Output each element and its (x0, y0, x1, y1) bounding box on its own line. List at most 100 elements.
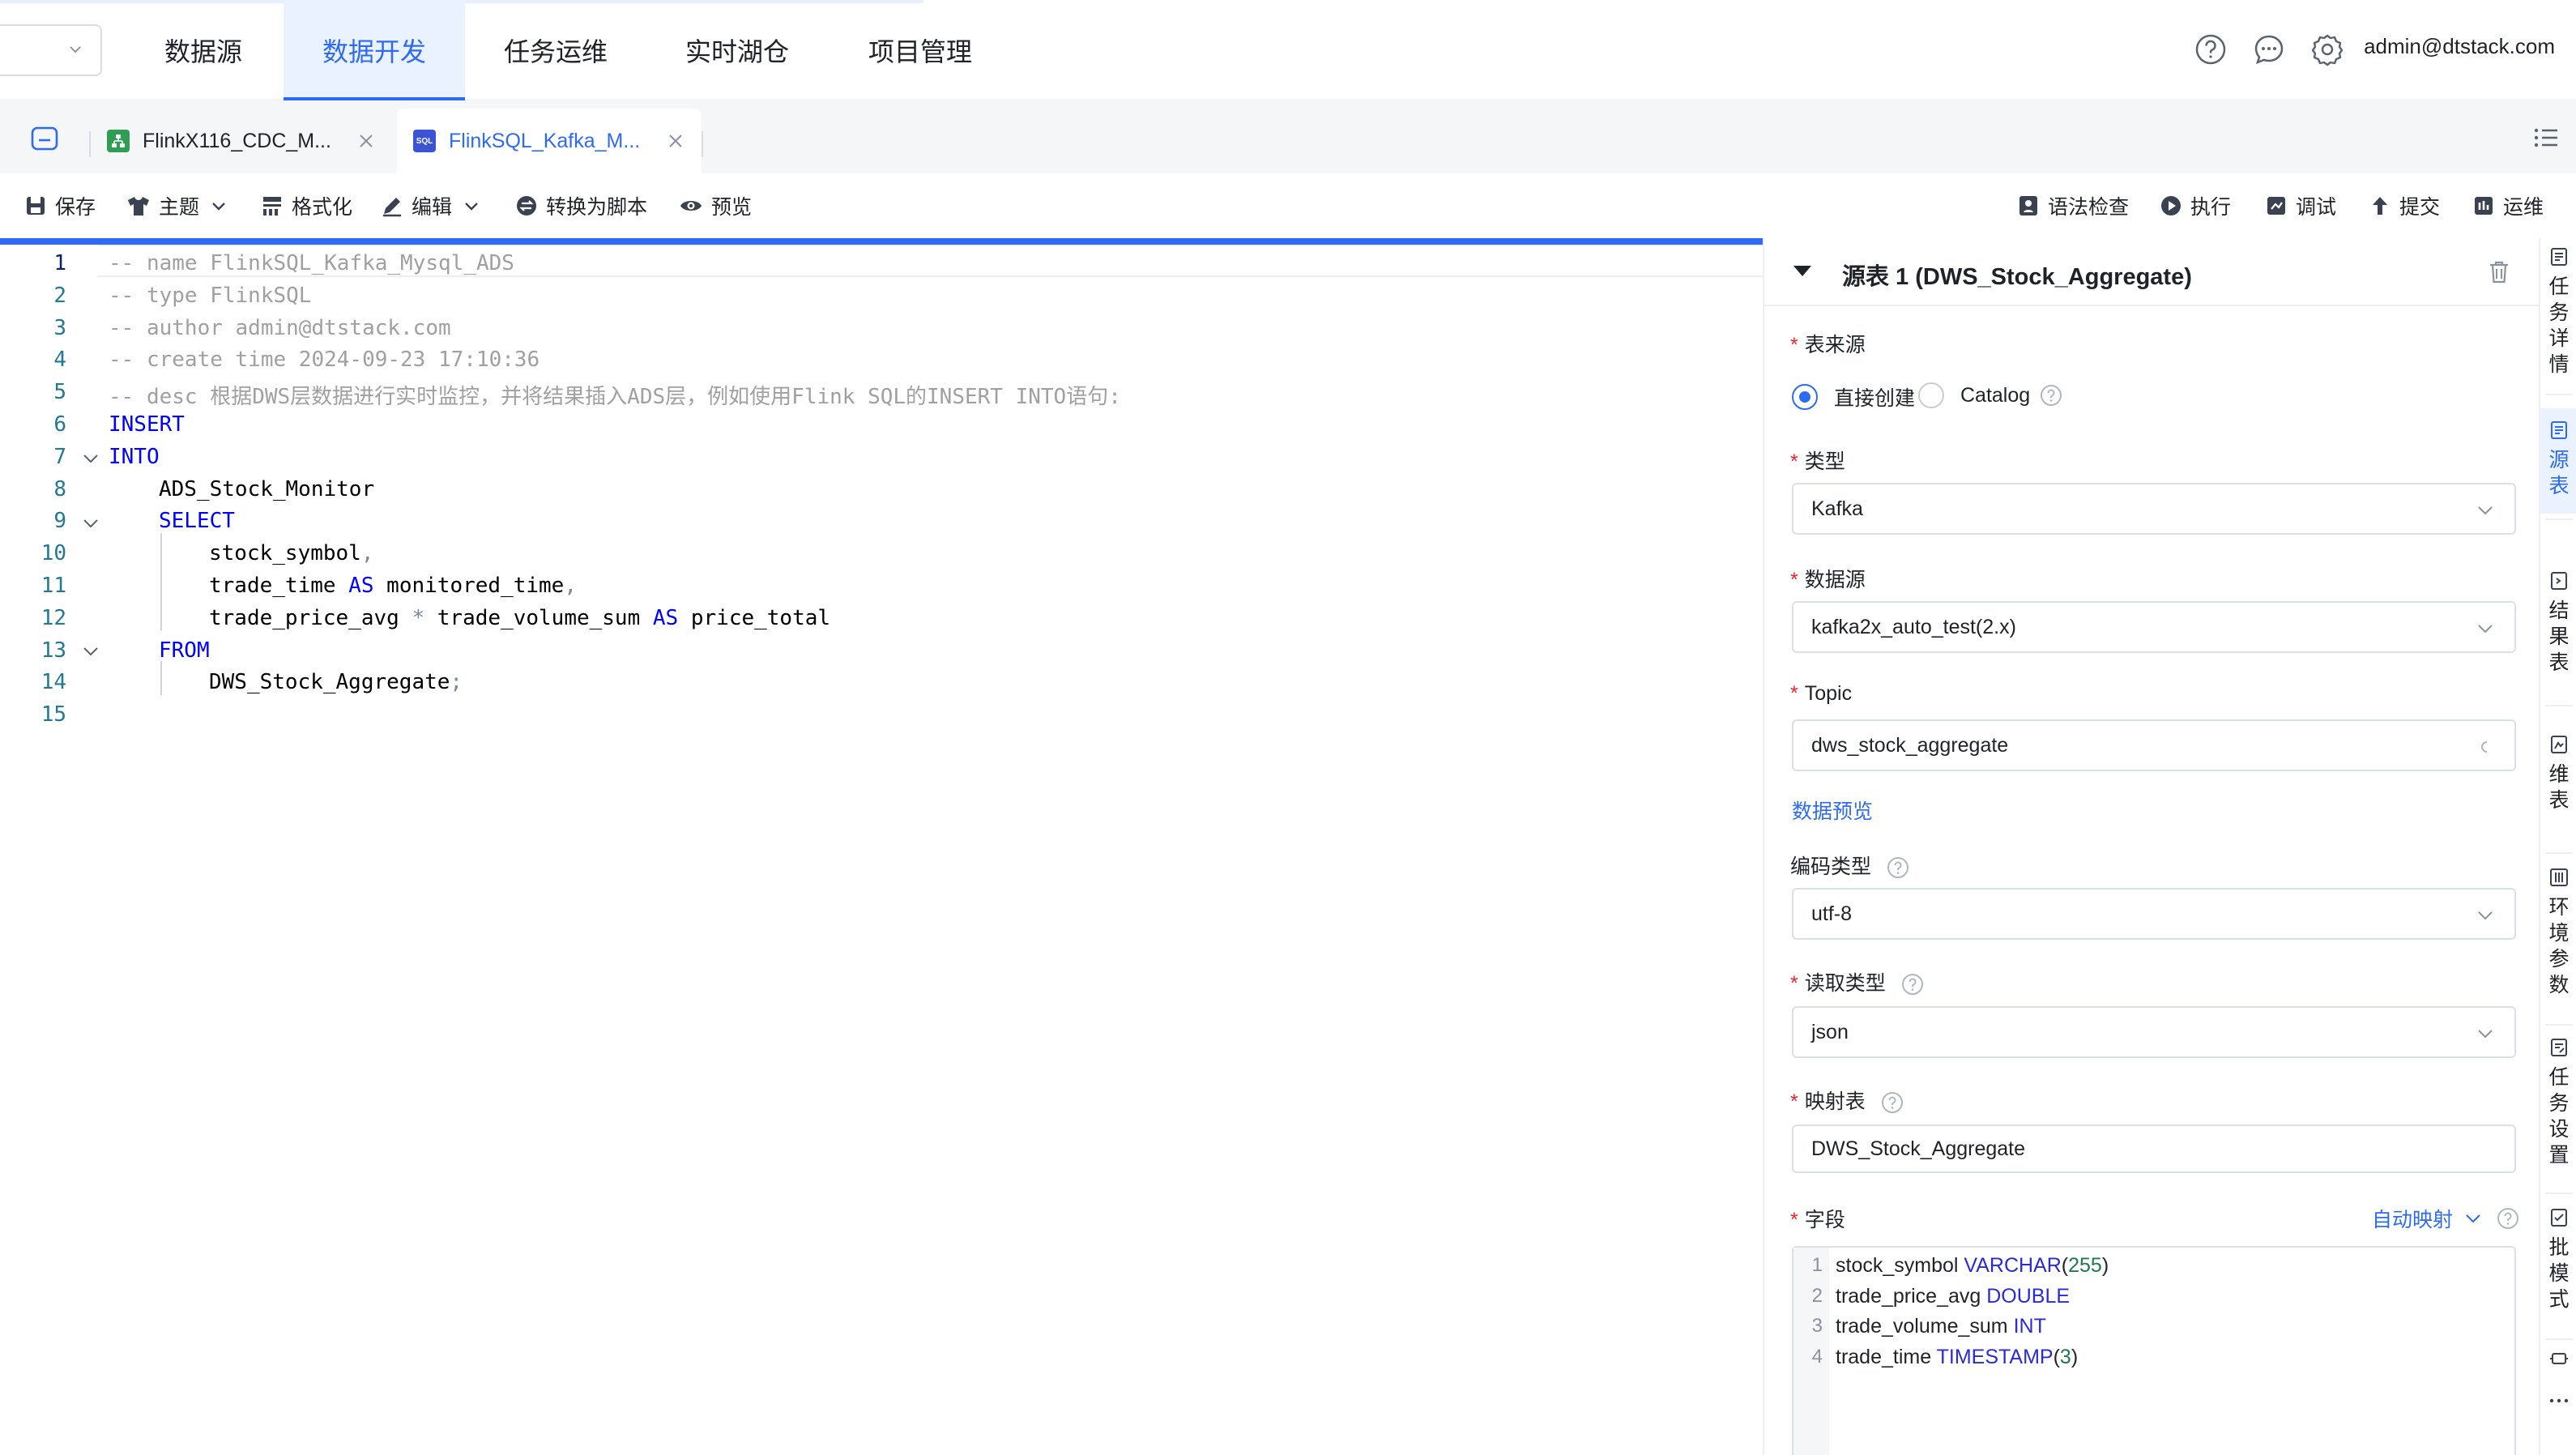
label-text: 编码类型 (1790, 856, 1872, 878)
topic-select[interactable]: dws_stock_aggregate (1792, 719, 2516, 771)
syntax-check-button[interactable]: 语法检查 (2017, 191, 2129, 220)
radio-catalog[interactable]: Catalog (1918, 382, 2062, 408)
side-tab-dim[interactable]: 维表 (2540, 734, 2576, 813)
side-tab-label: 任务设置 (2548, 1066, 2570, 1167)
collapse-triangle-icon[interactable] (1793, 266, 1811, 276)
side-tab-more[interactable] (2540, 1348, 2576, 1376)
help-icon[interactable] (2194, 32, 2228, 66)
panel-title: 源表 1 (DWS_Stock_Aggregate) (1842, 264, 2192, 290)
side-tab-strip: 任务详情 源表 结果表 维表 环境参数 任务设置 批模式 (2539, 238, 2576, 1455)
side-tab-result[interactable]: 结果表 (2540, 570, 2576, 676)
theme-dropdown[interactable]: 主题 (126, 191, 227, 220)
line-number: 6 (53, 412, 66, 437)
home-tab[interactable] (0, 109, 89, 173)
debug-button[interactable]: 调试 (2265, 191, 2336, 220)
more-icon[interactable] (2540, 1397, 2576, 1411)
encoding-label: 编码类型 (1790, 851, 1909, 880)
help-icon[interactable] (1901, 973, 1924, 996)
line-number: 7 (53, 444, 66, 469)
tab-flinkx[interactable]: FlinkX116_CDC_M... (100, 109, 392, 173)
convert-to-script-button[interactable]: 转换为脚本 (515, 191, 647, 220)
help-icon[interactable] (2040, 384, 2062, 407)
field-definition: stock_symbol VARCHAR(255) (1836, 1254, 2109, 1277)
select-value: kafka2x_auto_test(2.x) (1811, 615, 2016, 638)
side-tab-task-settings[interactable]: 任务设置 (2540, 1037, 2576, 1168)
nav-label: 任务运维 (503, 37, 608, 66)
submit-label: 提交 (2399, 196, 2441, 219)
side-tab-label: 维表 (2548, 763, 2570, 812)
close-icon[interactable] (664, 130, 687, 152)
eye-icon (680, 201, 702, 211)
trash-icon[interactable] (2487, 259, 2511, 285)
nav-task-ops[interactable]: 任务运维 (486, 0, 625, 100)
line-number: 9 (53, 509, 66, 534)
submit-button[interactable]: 提交 (2369, 191, 2440, 220)
code-editor[interactable]: 1 2 3 4 5 6 7 8 9 10 11 12 13 14 15 -- name FlinkSQL_K… (0, 238, 1763, 1455)
field-line-number: 4 (1811, 1345, 1823, 1368)
code-line: stock_symbol, (209, 541, 374, 566)
nav-project-mgmt[interactable]: 项目管理 (847, 0, 993, 100)
project-select[interactable] (0, 24, 102, 76)
source-table-icon (2551, 421, 2567, 439)
line-number: 12 (41, 605, 66, 630)
field-definition: trade_time TIMESTAMP(3) (1836, 1345, 2079, 1368)
encoding-select[interactable]: utf-8 (1792, 888, 2516, 940)
run-label: 执行 (2190, 196, 2232, 219)
top-nav: 数据源 数据开发 任务运维 实时湖仓 项目管理 admin@dtstack.co… (0, 0, 2576, 100)
nav-lakehouse[interactable]: 实时湖仓 (664, 0, 810, 100)
panel-header[interactable]: 源表 1 (DWS_Stock_Aggregate) (1764, 238, 2539, 306)
datasource-select[interactable]: kafka2x_auto_test(2.x) (1792, 601, 2516, 653)
home-icon (31, 126, 58, 151)
auto-map-dropdown[interactable]: 自动映射 (2372, 1204, 2519, 1233)
side-tab-task-detail[interactable]: 任务详情 (2540, 246, 2576, 378)
fields-editor[interactable]: 1 stock_symbol VARCHAR(255) 2 trade_price_a… (1792, 1246, 2516, 1455)
label-text: 字段 (1804, 1209, 1845, 1231)
run-button[interactable]: 执行 (2160, 191, 2231, 220)
help-icon[interactable] (2497, 1207, 2519, 1230)
ops-button[interactable]: 运维 (2472, 191, 2544, 220)
syntax-check-icon (2019, 196, 2037, 215)
field-line-number: 1 (1811, 1254, 1823, 1276)
chevron-down-icon (465, 203, 478, 211)
mapping-table-input[interactable]: DWS_Stock_Aggregate (1792, 1124, 2516, 1173)
code-line: INTO (109, 444, 160, 469)
nav-datasource[interactable]: 数据源 (143, 0, 264, 100)
nav-data-dev[interactable]: 数据开发 (284, 0, 465, 100)
chevron-down-icon (2478, 506, 2493, 515)
code-line: -- author admin@dtstack.com (109, 315, 451, 340)
type-select[interactable]: Kafka (1792, 483, 2516, 535)
tab-flinksql[interactable]: SQL FlinkSQL_Kafka_M... (397, 109, 702, 173)
field-definition: trade_volume_sum INT (1836, 1315, 2046, 1338)
save-button[interactable]: 保存 (24, 191, 96, 220)
help-icon[interactable] (1887, 856, 1909, 879)
read-type-select[interactable]: json (1792, 1006, 2516, 1058)
tab-list-icon[interactable] (2534, 126, 2558, 149)
fold-chevron-icon[interactable] (81, 449, 100, 468)
data-preview-link[interactable]: 数据预览 (1792, 796, 1873, 825)
select-value: json (1811, 1020, 1849, 1043)
code-line: FROM (159, 638, 210, 663)
fold-chevron-icon[interactable] (81, 514, 100, 533)
source-label: * 表来源 (1790, 334, 1866, 356)
side-tab-batch-mode[interactable]: 批模式 (2540, 1207, 2576, 1312)
message-icon[interactable] (2252, 32, 2286, 66)
code-line: INSERT (109, 412, 185, 437)
preview-button[interactable]: 预览 (679, 191, 752, 220)
help-icon[interactable] (1881, 1091, 1904, 1114)
user-account[interactable]: admin@dtstack.com (2364, 34, 2555, 59)
edit-dropdown[interactable]: 编辑 (381, 191, 480, 220)
gear-icon[interactable] (2310, 32, 2344, 66)
label-text: 数据源 (1804, 569, 1866, 591)
side-tab-source[interactable]: 源表 (2540, 408, 2576, 514)
radio-direct-create[interactable]: 直接创建 (1792, 382, 1915, 412)
line-number: 4 (53, 348, 66, 373)
side-tab-env[interactable]: 环境参数 (2540, 867, 2576, 998)
side-tab-label: 任务详情 (2548, 275, 2570, 376)
side-tab-label: 源表 (2548, 449, 2570, 497)
mapping-label: * 映射表 (1790, 1086, 1904, 1115)
format-icon (263, 197, 281, 215)
fold-chevron-icon[interactable] (81, 642, 100, 661)
format-button[interactable]: 格式化 (261, 191, 352, 220)
close-icon[interactable] (355, 130, 377, 152)
code-line: SELECT (159, 509, 235, 534)
